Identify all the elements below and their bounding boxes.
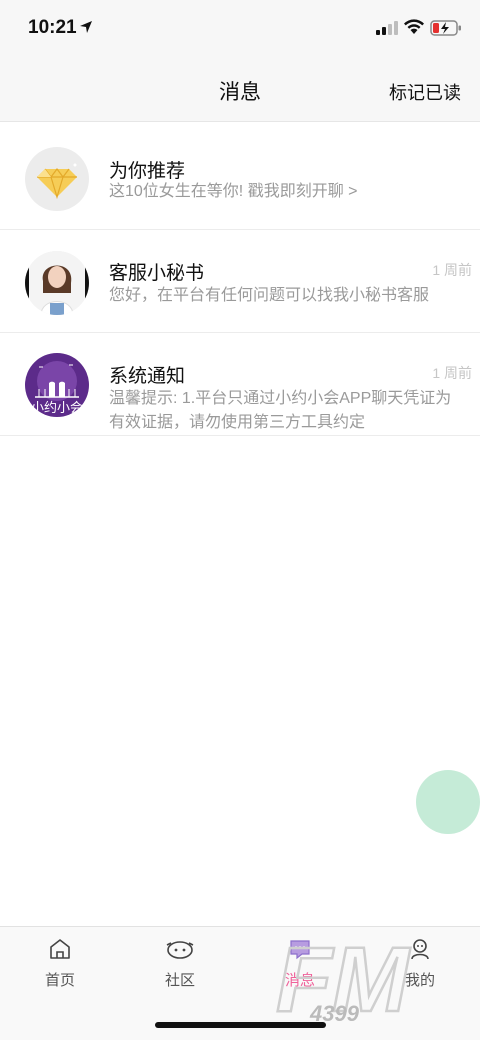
- tab-home[interactable]: 首页: [0, 927, 120, 997]
- location-arrow-icon: [80, 21, 92, 33]
- home-icon: [50, 939, 70, 959]
- system-avatar: 小约小会: [25, 353, 89, 417]
- message-item-system[interactable]: 小约小会 系统通知 1 周前 温馨提示: 1.平台只通过小约小会APP聊天凭证为…: [0, 333, 480, 436]
- message-preview: 您好，在平台有任何问题可以找我小秘书客服: [109, 287, 430, 304]
- message-preview: 这10位女生在等你! 戳我即刻开聊 >: [109, 183, 358, 200]
- message-time: 1 周前: [432, 262, 472, 278]
- battery-icon: [430, 20, 461, 36]
- recommend-avatar: [25, 147, 89, 211]
- community-icon: [166, 941, 194, 959]
- message-preview: 温馨提示: 1.平台只通过小约小会APP聊天凭证为有效证据，请勿使用第三方工具约…: [109, 390, 452, 431]
- diamond-icon: [37, 163, 77, 200]
- mark-read-button[interactable]: 标记已读: [389, 79, 461, 105]
- system-avatar-text: 小约小会: [30, 400, 83, 415]
- nav-bar: 消息 标记已读: [0, 58, 480, 122]
- fm4399-watermark: FM 4399: [275, 928, 413, 1025]
- girl-photo-icon: [25, 251, 89, 315]
- customer-service-avatar: [25, 251, 89, 315]
- message-item-customer-service[interactable]: 客服小秘书 1 周前 您好，在平台有任何问题可以找我小秘书客服: [0, 230, 480, 333]
- message-name: 为你推荐: [109, 161, 186, 182]
- wifi-icon: [404, 19, 424, 34]
- message-name: 客服小秘书: [109, 263, 205, 284]
- tab-label: 社区: [164, 972, 195, 989]
- floating-action-button[interactable]: [416, 770, 480, 834]
- message-time: 1 周前: [432, 365, 472, 381]
- status-time: 10:21: [28, 17, 77, 38]
- message-name: 系统通知: [109, 366, 186, 387]
- home-indicator: [155, 1022, 326, 1028]
- status-bar: 10:21: [0, 0, 480, 58]
- cellular-signal-icon: [376, 21, 398, 35]
- tab-community[interactable]: 社区: [120, 927, 240, 997]
- message-item-recommend[interactable]: 为你推荐 这10位女生在等你! 戳我即刻开聊 >: [0, 122, 480, 230]
- tab-label: 首页: [44, 972, 75, 989]
